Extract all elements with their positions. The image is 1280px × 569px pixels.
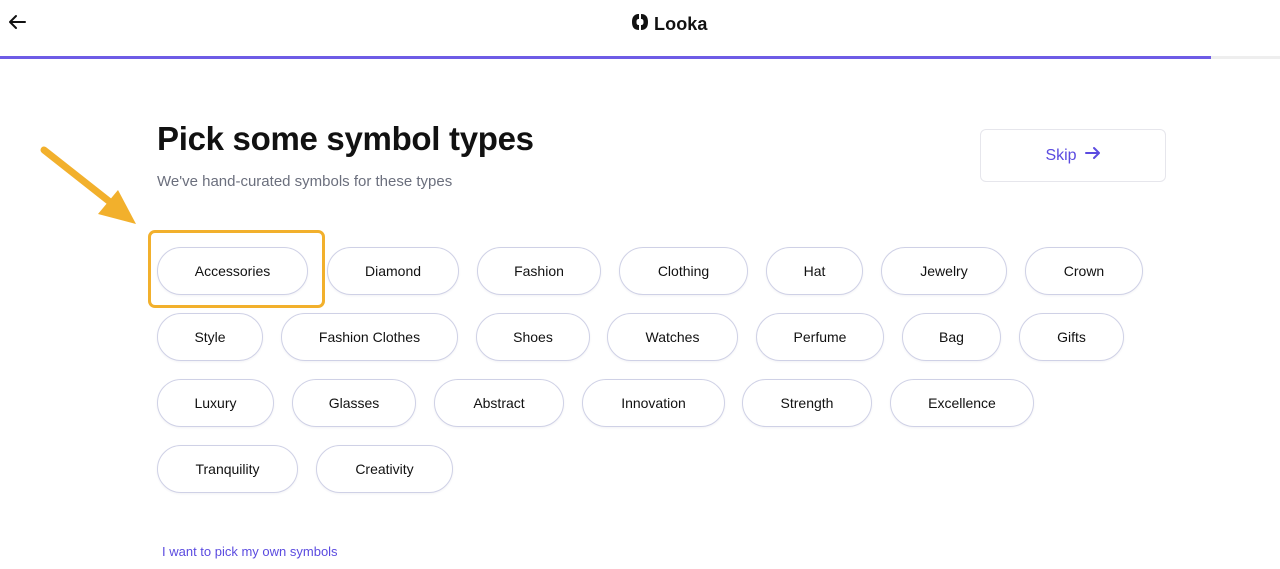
- pick-own-symbols-link[interactable]: I want to pick my own symbols: [162, 544, 338, 559]
- chip-excellence[interactable]: Excellence: [890, 379, 1034, 427]
- skip-button[interactable]: Skip: [980, 129, 1166, 182]
- chip-strength[interactable]: Strength: [742, 379, 872, 427]
- top-bar: Looka: [0, 0, 1280, 59]
- page-title: Pick some symbol types: [157, 120, 534, 157]
- looka-logo-icon: [631, 13, 649, 36]
- progress-bar: [0, 56, 1280, 59]
- arrow-right-icon: [1084, 146, 1101, 165]
- page-subtitle: We've hand-curated symbols for these typ…: [157, 173, 453, 190]
- chip-innovation[interactable]: Innovation: [582, 379, 725, 427]
- chip-bag[interactable]: Bag: [902, 313, 1001, 361]
- chip-glasses[interactable]: Glasses: [292, 379, 416, 427]
- skip-label: Skip: [1045, 146, 1077, 164]
- chip-watches[interactable]: Watches: [607, 313, 738, 361]
- arrow-left-icon: [8, 14, 26, 35]
- chip-clothing[interactable]: Clothing: [619, 247, 748, 295]
- chip-tranquility[interactable]: Tranquility: [157, 445, 298, 493]
- chip-gifts[interactable]: Gifts: [1019, 313, 1124, 361]
- page: Looka Pick some symbol types We've hand-…: [0, 0, 1280, 569]
- chip-jewelry[interactable]: Jewelry: [881, 247, 1007, 295]
- chip-style[interactable]: Style: [157, 313, 263, 361]
- pointer-arrow-icon: [38, 140, 148, 235]
- chip-fashion-clothes[interactable]: Fashion Clothes: [281, 313, 458, 361]
- chip-abstract[interactable]: Abstract: [434, 379, 564, 427]
- logo-text: Looka: [654, 13, 708, 34]
- chip-hat[interactable]: Hat: [766, 247, 863, 295]
- chip-shoes[interactable]: Shoes: [476, 313, 590, 361]
- back-button[interactable]: [6, 13, 28, 35]
- chip-crown[interactable]: Crown: [1025, 247, 1143, 295]
- progress-fill: [0, 56, 1211, 59]
- highlight-box: [148, 230, 325, 308]
- chip-diamond[interactable]: Diamond: [327, 247, 459, 295]
- chip-creativity[interactable]: Creativity: [316, 445, 453, 493]
- chip-luxury[interactable]: Luxury: [157, 379, 274, 427]
- looka-logo: Looka: [631, 12, 708, 36]
- chip-fashion[interactable]: Fashion: [477, 247, 601, 295]
- chip-perfume[interactable]: Perfume: [756, 313, 884, 361]
